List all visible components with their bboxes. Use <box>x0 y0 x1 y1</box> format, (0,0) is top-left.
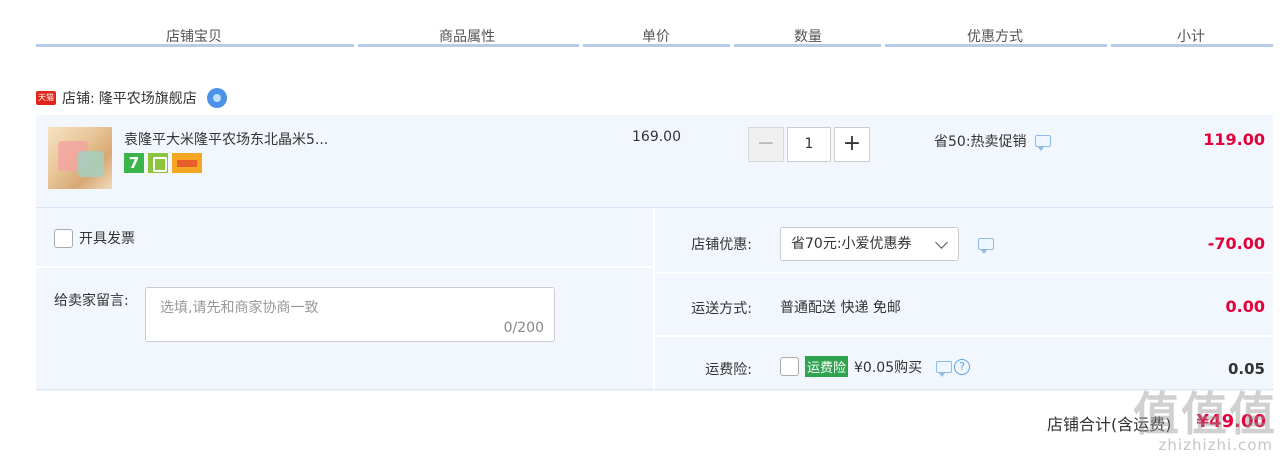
header-attributes: 商品属性 <box>439 29 495 45</box>
header-unit-price: 单价 <box>642 29 670 45</box>
header-divider <box>36 44 354 47</box>
invoice-checkbox[interactable] <box>54 228 73 248</box>
insurance-comment-icon[interactable] <box>936 360 953 377</box>
credit-card-icon[interactable] <box>172 153 202 173</box>
cart-item-row: 袁隆平大米隆平农场东北晶米5... 7 169.00 − 1 + 省50:热卖促… <box>36 115 1273 208</box>
message-placeholder: 选填,请先和商家协商一致 <box>160 300 319 316</box>
unit-price: 169.00 <box>632 129 681 145</box>
divider <box>36 266 653 268</box>
divider <box>653 208 655 391</box>
insurance-tag: 运费险 <box>805 356 849 377</box>
header-subtotal: 小计 <box>1177 29 1205 45</box>
help-icon[interactable]: ? <box>954 358 971 375</box>
tmall-icon: 天猫 <box>36 91 56 105</box>
seller-message-input[interactable]: 选填,请先和商家协商一致 0/200 <box>145 287 555 342</box>
increase-quantity-button[interactable]: + <box>834 127 870 162</box>
watermark-logo: 值值值 <box>1133 387 1277 441</box>
chevron-down-icon <box>935 236 948 249</box>
shipping-insurance-option: 运费险 ¥0.05购买 ? <box>780 356 971 377</box>
quantity-input[interactable]: 1 <box>787 127 831 162</box>
shipping-label: 运送方式: <box>691 301 752 317</box>
divider <box>655 335 1273 337</box>
header-divider <box>885 44 1107 47</box>
message-char-count: 0/200 <box>503 320 544 336</box>
header-divider <box>734 44 881 47</box>
order-options: 开具发票 给卖家留言: 选填,请先和商家协商一致 0/200 店铺优惠: 省70… <box>36 208 1273 391</box>
watermark-site: zhizhizhi.com <box>1158 436 1273 454</box>
insurance-checkbox[interactable] <box>780 357 799 376</box>
shipping-method: 普通配送 快递 免邮 <box>780 300 901 316</box>
header-quantity: 数量 <box>794 29 822 45</box>
shop-header: 天猫 店铺: 隆平农场旗舰店 <box>36 87 227 109</box>
table-header: 店铺宝贝 商品属性 单价 数量 优惠方式 小计 <box>0 0 1283 50</box>
header-discount: 优惠方式 <box>967 29 1023 45</box>
promotion-comment-icon[interactable] <box>1034 135 1051 151</box>
seven-day-return-icon[interactable]: 7 <box>124 153 144 173</box>
invoice-option: 开具发票 <box>54 228 135 248</box>
header-divider <box>1111 44 1273 47</box>
header-divider <box>358 44 579 47</box>
insurance-amount: 0.05 <box>1227 360 1265 378</box>
coupon-select[interactable]: 省70元:小爱优惠券 <box>780 227 959 261</box>
shop-name-link[interactable]: 隆平农场旗舰店 <box>99 88 197 108</box>
guarantee-icon[interactable] <box>148 153 168 173</box>
product-thumbnail[interactable] <box>48 127 112 189</box>
coupon-comment-icon[interactable] <box>978 238 994 254</box>
header-shop-item: 店铺宝贝 <box>166 29 222 45</box>
shop-discount-label: 店铺优惠: <box>691 237 752 253</box>
chat-with-seller-icon[interactable] <box>206 88 227 108</box>
decrease-quantity-button[interactable]: − <box>748 127 784 162</box>
header-divider <box>583 44 730 47</box>
product-name-link[interactable]: 袁隆平大米隆平农场东北晶米5... <box>124 129 328 149</box>
insurance-label: 运费险: <box>705 362 752 378</box>
coupon-selected-value: 省70元:小爱优惠券 <box>791 236 912 252</box>
item-subtotal: 119.00 <box>1203 130 1265 149</box>
divider <box>36 389 1273 390</box>
quantity-stepper: − 1 + <box>748 127 870 162</box>
shop-discount-amount: -70.00 <box>1207 234 1265 253</box>
service-badges: 7 <box>124 153 202 173</box>
promotion-text: 省50:热卖促销 <box>934 134 1027 150</box>
message-label: 给卖家留言: <box>54 293 129 309</box>
divider <box>655 272 1273 274</box>
promotion: 省50:热卖促销 <box>934 131 1051 151</box>
shop-label: 店铺: <box>62 91 95 107</box>
insurance-price: ¥0.05购买 <box>854 359 923 376</box>
shipping-amount: 0.00 <box>1225 297 1265 316</box>
invoice-label: 开具发票 <box>79 231 135 247</box>
